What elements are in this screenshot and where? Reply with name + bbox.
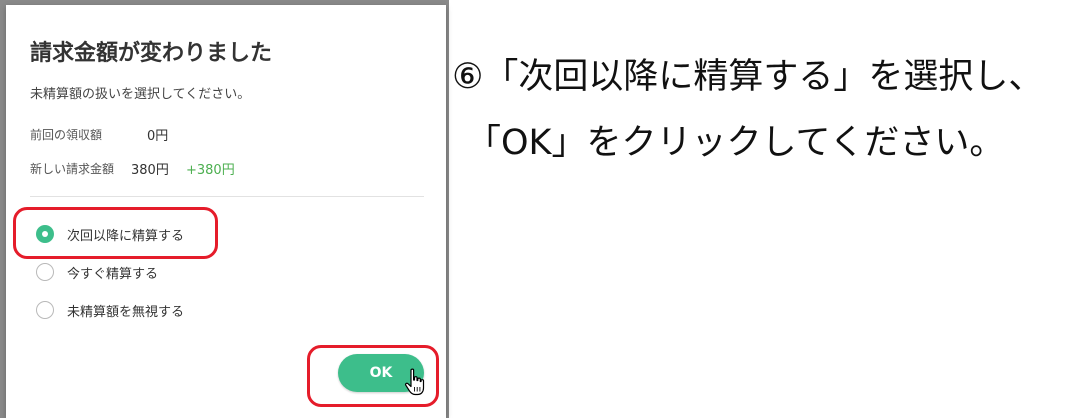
amount-difference: +380円 [186, 163, 235, 178]
hand-pointer-icon [405, 368, 425, 396]
instruction-line-1: ⑥「次回以降に精算する」を選択し、 [452, 57, 1044, 97]
radio-unchecked-icon[interactable] [36, 263, 54, 281]
option-label: 今すぐ精算する [67, 266, 159, 282]
modal-backdrop-right [446, 0, 449, 418]
billing-change-dialog: 請求金額が変わりました 未精算額の扱いを選択してください。 前回の領収額 0円 … [6, 5, 446, 418]
previous-amount-label: 前回の領収額 [30, 128, 103, 142]
option-settle-next-time[interactable]: 次回以降に精算する [36, 222, 184, 246]
option-ignore-unsettled[interactable]: 未精算額を無視する [36, 298, 184, 322]
dialog-description: 未精算額の扱いを選択してください。 [30, 87, 251, 102]
screenshot-root: 請求金額が変わりました 未精算額の扱いを選択してください。 前回の領収額 0円 … [0, 0, 1084, 418]
new-amount-value: 380円 [131, 163, 169, 178]
option-label: 次回以降に精算する [67, 228, 185, 244]
previous-amount-value: 0円 [147, 129, 169, 144]
option-settle-now[interactable]: 今すぐ精算する [36, 260, 158, 284]
radio-checked-icon[interactable] [36, 225, 54, 243]
dialog-title: 請求金額が変わりました [30, 41, 273, 66]
new-amount-label: 新しい請求金額 [30, 162, 115, 176]
divider [30, 196, 424, 197]
radio-unchecked-icon[interactable] [36, 301, 54, 319]
option-label: 未精算額を無視する [67, 304, 185, 320]
instruction-line-2: 「OK」をクリックしてください。 [466, 123, 1005, 163]
